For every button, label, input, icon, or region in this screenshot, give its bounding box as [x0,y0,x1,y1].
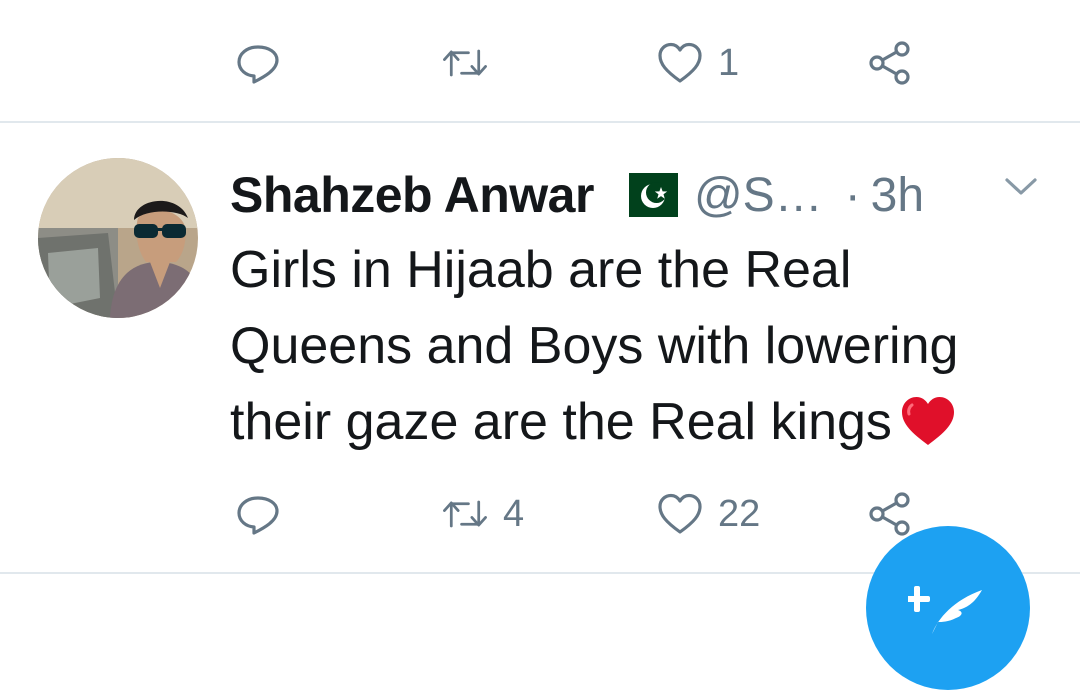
like-button[interactable]: 1 [656,33,739,93]
share-button[interactable] [866,33,914,93]
avatar[interactable] [38,158,198,318]
chevron-down-icon[interactable] [1002,175,1040,199]
like-button[interactable]: 22 [656,484,760,544]
retweet-icon [443,500,487,528]
pakistan-flag-icon [611,173,678,217]
reply-button[interactable] [234,484,296,544]
tweet-text: Girls in Hijaab are the Real Queens and B… [230,232,1060,460]
tweet-text-line: their gaze are the Real kings [230,393,892,451]
retweet-icon [443,49,487,77]
tweet-text-line: Queens and Boys with lowering [230,317,959,375]
red-heart-icon [901,397,954,445]
like-count: 1 [718,42,740,84]
author-display-name[interactable]: Shahzeb Anwar [230,166,594,224]
share-icon [869,41,910,85]
tweet-divider [0,121,1080,123]
prev-tweet-action-bar: 1 [0,33,1080,93]
profile-photo-icon [38,158,198,318]
retweet-count: 4 [503,493,525,535]
retweet-button[interactable] [441,33,503,93]
share-button[interactable] [866,484,914,544]
tweet-header: Shahzeb Anwar @S… · 3h [230,160,1050,230]
heart-icon [658,493,702,534]
reply-button[interactable] [234,33,296,93]
retweet-button[interactable]: 4 [441,484,524,544]
like-count: 22 [718,493,761,535]
reply-icon [237,496,279,535]
compose-tweet-button[interactable] [866,526,1030,690]
header-separator: · [844,168,861,222]
tweet-timestamp[interactable]: 3h [871,168,924,223]
author-handle[interactable]: @S… [694,168,823,223]
reply-icon [237,45,279,84]
tweet-text-line: Girls in Hijaab are the Real [230,241,852,299]
share-icon [869,492,910,536]
heart-icon [658,42,702,83]
compose-tweet-icon [908,586,982,634]
